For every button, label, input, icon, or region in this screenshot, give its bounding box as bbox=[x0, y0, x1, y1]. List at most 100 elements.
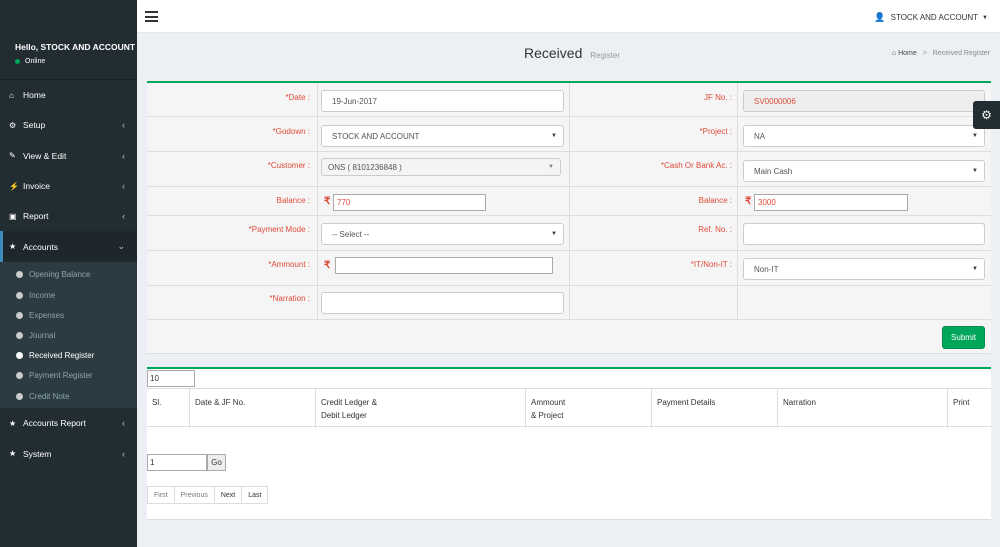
it-nonit-select[interactable]: Non-IT ▼ bbox=[743, 258, 985, 280]
sidebar-item-report[interactable]: ▣ Report ‹ bbox=[0, 201, 137, 231]
column-header-text: Ammount bbox=[531, 398, 566, 407]
submenu-item-expenses[interactable]: Expenses bbox=[0, 305, 137, 325]
caret-down-icon: ▼ bbox=[982, 14, 988, 21]
date-label: *Date : bbox=[285, 93, 310, 102]
column-header-amount: Ammount & Project bbox=[525, 389, 652, 428]
date-field[interactable]: 19-Jun-2017 bbox=[321, 90, 564, 112]
customer-value: ONS ( 8101236848 ) bbox=[328, 162, 402, 172]
column-header-text: Print bbox=[953, 398, 970, 407]
payment-mode-label: *Payment Mode : bbox=[248, 225, 310, 234]
pager-next[interactable]: Next bbox=[213, 486, 243, 504]
chevron-left-icon: ‹ bbox=[122, 211, 125, 222]
submenu-item-income[interactable]: Income bbox=[0, 285, 137, 305]
star-icon: ★ bbox=[9, 418, 17, 428]
amount-input[interactable] bbox=[335, 257, 553, 274]
project-label: *Project : bbox=[699, 127, 732, 136]
breadcrumb-home-link[interactable]: Home bbox=[898, 50, 917, 57]
circle-icon bbox=[16, 311, 23, 319]
breadcrumb-current: Received Register bbox=[932, 50, 990, 57]
submenu-label: Received Register bbox=[29, 351, 95, 361]
ref-no-input[interactable] bbox=[743, 223, 985, 245]
menu-toggle-icon[interactable] bbox=[145, 11, 158, 25]
it-nonit-value: Non-IT bbox=[754, 264, 779, 274]
dropdown-arrow-icon: ▼ bbox=[551, 231, 557, 237]
submit-button[interactable]: Submit bbox=[942, 326, 985, 349]
submenu-label: Income bbox=[29, 290, 56, 300]
plug-icon: ⚡ bbox=[9, 181, 19, 191]
submenu-item-opening-balance[interactable]: Opening Balance bbox=[0, 265, 137, 285]
payment-mode-select[interactable]: -- Select -- ▼ bbox=[321, 223, 564, 245]
godown-label: *Godown : bbox=[272, 127, 310, 136]
submenu-label: Opening Balance bbox=[29, 270, 91, 280]
page-title-text: Received bbox=[524, 45, 583, 61]
user-icon: 👤 bbox=[874, 12, 886, 22]
page-size-value: 10 bbox=[150, 374, 159, 383]
submenu-item-credit-note[interactable]: Credit Note bbox=[0, 386, 137, 406]
page-number-input[interactable]: 1 bbox=[147, 454, 207, 471]
settings-gear-icon[interactable]: ⚙ bbox=[973, 101, 1000, 129]
cogs-icon: ⚙ bbox=[9, 120, 17, 130]
narration-label: *Narration : bbox=[269, 294, 310, 303]
chevron-left-icon: ‹ bbox=[122, 150, 125, 161]
rupee-icon: ₹ bbox=[324, 260, 331, 271]
pager-last[interactable]: Last bbox=[241, 486, 269, 504]
project-select[interactable]: NA ▼ bbox=[743, 125, 985, 147]
online-dot-icon bbox=[15, 59, 20, 64]
godown-select[interactable]: STOCK AND ACCOUNT ▼ bbox=[321, 125, 564, 147]
balance-right-value: 3000 bbox=[758, 198, 776, 207]
file-icon: ▣ bbox=[9, 211, 17, 221]
sidebar-item-invoice[interactable]: ⚡ Invoice ‹ bbox=[0, 171, 137, 201]
sidebar-item-view-edit[interactable]: ✎ View & Edit ‹ bbox=[0, 141, 137, 171]
sidebar-item-label: Setup bbox=[23, 120, 46, 131]
sidebar-item-label: Home bbox=[23, 90, 46, 101]
status-label: Online bbox=[25, 58, 46, 65]
column-header-text: & Project bbox=[531, 411, 564, 420]
page-size-input[interactable]: 10 bbox=[147, 370, 195, 387]
cash-bank-value: Main Cash bbox=[754, 166, 793, 176]
column-header-text: Sl. bbox=[152, 398, 162, 407]
narration-input[interactable] bbox=[321, 292, 564, 314]
circle-icon bbox=[16, 331, 23, 339]
sidebar-item-system[interactable]: ★ System ‹ bbox=[0, 438, 137, 468]
table-header: Sl. Date & JF No. Credit Ledger & Debit L… bbox=[147, 388, 991, 428]
dropdown-arrow-icon: ▼ bbox=[972, 266, 978, 272]
dropdown-arrow-icon: ▼ bbox=[972, 133, 978, 139]
column-header-ledger: Credit Ledger & Debit Ledger bbox=[315, 389, 526, 428]
amount-label: *Ammount : bbox=[268, 260, 310, 269]
pager-first[interactable]: First bbox=[147, 486, 175, 504]
sidebar-item-label: Invoice bbox=[23, 181, 50, 192]
balance-right-label: Balance : bbox=[698, 196, 732, 205]
submenu-item-payment-register[interactable]: Payment Register bbox=[0, 366, 137, 386]
account-dropdown[interactable]: 👤 STOCK AND ACCOUNT ▼ bbox=[874, 12, 988, 23]
submenu-item-received-register[interactable]: Received Register bbox=[0, 346, 137, 366]
sidebar-item-label: Report bbox=[23, 211, 49, 222]
user-panel: Hello, STOCK AND ACCOUNT Online bbox=[0, 0, 137, 80]
cash-bank-select[interactable]: Main Cash ▼ bbox=[743, 160, 985, 182]
jf-no-label: JF No. : bbox=[703, 93, 732, 102]
sidebar-item-label: View & Edit bbox=[23, 150, 67, 161]
sidebar-item-setup[interactable]: ⚙ Setup ‹ bbox=[0, 110, 137, 140]
customer-label: *Customer : bbox=[267, 161, 310, 170]
ref-no-label: Ref. No. : bbox=[698, 225, 732, 234]
sidebar-item-home[interactable]: ⌂ Home bbox=[0, 80, 137, 110]
submenu-item-journal[interactable]: Journal bbox=[0, 325, 137, 345]
jf-no-field: SV0000006 bbox=[743, 90, 985, 112]
balance-value: 770 bbox=[337, 198, 351, 207]
pager-previous[interactable]: Previous bbox=[173, 486, 215, 504]
sidebar-item-accounts-report[interactable]: ★ Accounts Report ‹ bbox=[0, 408, 137, 438]
go-button[interactable]: Go bbox=[207, 454, 226, 471]
account-label: STOCK AND ACCOUNT bbox=[890, 13, 979, 22]
balance-label: Balance : bbox=[276, 196, 310, 205]
dropdown-arrow-icon: ▼ bbox=[972, 168, 978, 174]
chevron-left-icon: ‹ bbox=[122, 418, 125, 429]
project-value: NA bbox=[754, 131, 766, 141]
chevron-left-icon: ‹ bbox=[122, 181, 125, 192]
customer-select[interactable]: ONS ( 8101236848 ) ▼ bbox=[321, 158, 561, 176]
sidebar-item-accounts[interactable]: ★ Accounts ⌄ bbox=[0, 231, 137, 262]
circle-icon bbox=[16, 291, 23, 299]
sidebar-item-label: Accounts Report bbox=[23, 418, 86, 429]
dropdown-arrow-icon: ▼ bbox=[551, 133, 557, 139]
home-icon: ⌂ bbox=[891, 50, 897, 57]
circle-icon bbox=[16, 372, 23, 380]
jf-no-value: SV0000006 bbox=[754, 96, 796, 106]
